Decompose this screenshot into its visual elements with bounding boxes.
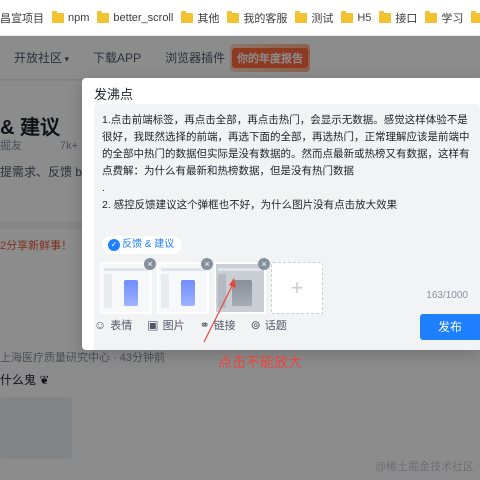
bookmark-item[interactable]: 昌宣项目 bbox=[0, 0, 52, 35]
topic-icon: ✓ bbox=[108, 239, 120, 251]
modal-title: 发沸点 bbox=[94, 87, 134, 102]
smile-icon: ☺ bbox=[94, 318, 107, 332]
folder-icon bbox=[181, 10, 194, 23]
folder-icon bbox=[341, 10, 354, 23]
folder-icon bbox=[379, 10, 392, 23]
folder-icon bbox=[52, 10, 64, 23]
bookmark-item[interactable]: 接口 bbox=[379, 0, 425, 35]
bookmark-item[interactable]: 测试 bbox=[295, 0, 341, 35]
image-icon: ▣ bbox=[147, 318, 159, 332]
topic-button[interactable]: ⊚ 话题 bbox=[251, 317, 287, 333]
bookmark-item[interactable]: 其他 bbox=[181, 0, 227, 35]
compose-toolbar: ☺ 表情 ▣ 图片 ⚭ 链接 ⊚ 话题 bbox=[94, 314, 302, 336]
char-counter: 163/1000 bbox=[426, 290, 468, 301]
image-preview bbox=[102, 264, 150, 312]
bookmark-item[interactable]: 我的客服 bbox=[227, 0, 295, 35]
post-line: . bbox=[102, 182, 105, 194]
emoji-button[interactable]: ☺ 表情 bbox=[94, 317, 132, 333]
topic-chip[interactable]: ✓ 反馈 & 建议 bbox=[102, 236, 183, 254]
folder-icon bbox=[227, 10, 240, 23]
folder-icon bbox=[97, 10, 110, 23]
uploaded-image[interactable]: × bbox=[100, 258, 156, 314]
compose-modal: 发沸点 1.点击前端标签，再点击全部，再点击热门，会显示无数据。感觉这样体验不是… bbox=[82, 78, 480, 350]
close-icon[interactable]: × bbox=[144, 258, 156, 270]
bookmark-item[interactable]: npm bbox=[52, 0, 97, 35]
topic-label: 反馈 & 建议 bbox=[122, 239, 175, 250]
publish-button[interactable]: 发布 bbox=[420, 314, 480, 340]
close-icon[interactable]: × bbox=[258, 258, 270, 270]
bookmark-item[interactable]: better_scroll bbox=[97, 0, 181, 35]
bookmark-item[interactable]: 学习 bbox=[425, 0, 471, 35]
post-line: 2. 感控反馈建议这个弹框也不好，为什么图片没有点击放大效果 bbox=[102, 199, 398, 211]
annotation-arrow bbox=[203, 278, 236, 343]
bookmark-bar: 昌宣项目 npm better_scroll 其他 我的客服 测试 H5 接口 … bbox=[0, 0, 480, 36]
folder-icon bbox=[425, 10, 438, 23]
annotation-text: 点击不能放大 bbox=[218, 354, 302, 370]
post-textarea[interactable]: 1.点击前端标签，再点击全部，再点击热门，会显示无数据。感觉这样体验不是很好，我… bbox=[102, 112, 476, 214]
folder-icon bbox=[295, 10, 308, 23]
plus-icon: + bbox=[290, 275, 304, 300]
post-line: 1.点击前端标签，再点击全部，再点击热门，会显示无数据。感觉这样体验不是很好，我… bbox=[102, 114, 470, 177]
add-image-button[interactable]: + bbox=[271, 262, 323, 314]
bookmark-item[interactable]: 设计 bbox=[471, 0, 480, 35]
bookmark-item[interactable]: H5 bbox=[341, 0, 379, 35]
close-icon[interactable]: × bbox=[201, 258, 213, 270]
image-button[interactable]: ▣ 图片 bbox=[147, 317, 184, 333]
topic-icon: ⊚ bbox=[250, 318, 261, 332]
folder-icon bbox=[471, 10, 480, 23]
